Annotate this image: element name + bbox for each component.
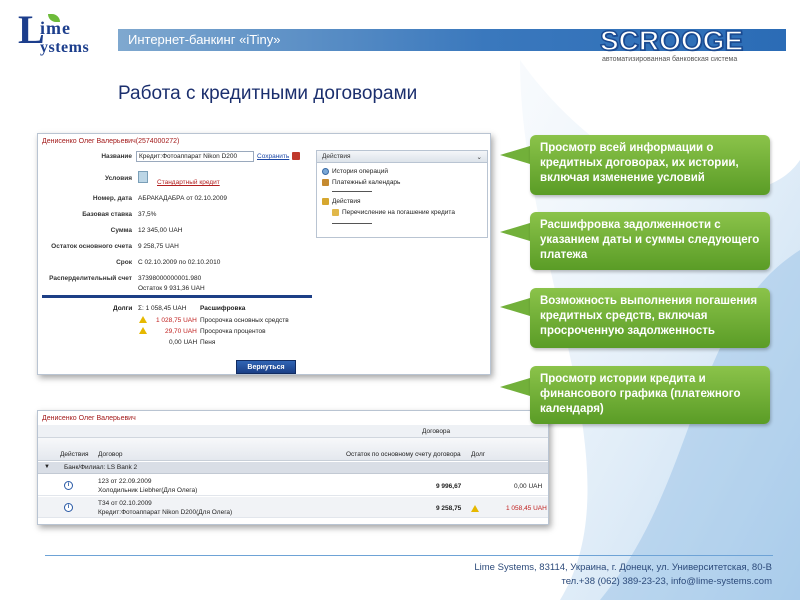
col-actions[interactable]: Действия (60, 451, 88, 458)
transfer-icon (332, 209, 339, 216)
client-name: Денисенко Олег Валерьевич (42, 415, 136, 422)
field-account-row: Расперделительный счет 37398000000001.98… (38, 275, 318, 285)
contract-number: Т34 от 02.10.2009 (98, 500, 152, 507)
col-contract[interactable]: Договор (98, 451, 123, 458)
field-label: Базовая ставка (82, 211, 132, 218)
contract-title: Холодильник Liebher(Для Олега) (98, 487, 198, 494)
delete-icon[interactable] (292, 152, 300, 160)
field-value: 9 258,75 UAH (138, 243, 179, 250)
chevron-down-icon[interactable]: ⌄ (477, 153, 482, 161)
contract-balance: 9 996,67 (436, 483, 462, 490)
bank-group-row[interactable]: ▼ Банк/Филиал: LS Bank 2 (38, 462, 548, 474)
field-term-row: Срок С 02.10.2009 по 02.10.2010 (38, 259, 318, 269)
field-label: Сумма (110, 227, 132, 234)
field-label: Срок (116, 259, 132, 266)
field-balance-row: Остаток основного счета 9 258,75 UAH (38, 243, 318, 253)
action-calendar[interactable]: Платежный календарь (332, 179, 400, 186)
terms-link[interactable]: Стандартный кредит (157, 179, 220, 186)
field-value: АБРАКАДАБРА от 02.10.2009 (138, 195, 228, 202)
contract-title: Кредит:Фотоаппарат Nikon D200(Для Олега) (98, 509, 233, 516)
table-row[interactable]: i Т34 от 02.10.2009 Кредит:Фотоаппарат N… (38, 497, 548, 518)
page-title: Работа с кредитными договорами (118, 83, 418, 104)
decode-label: Расшифровка (200, 305, 246, 312)
action-history[interactable]: История операций (332, 168, 388, 175)
field-label: Название (101, 153, 132, 160)
history-icon (322, 168, 329, 175)
contract-number: 123 от 22.09.2009 (98, 478, 152, 485)
actions-group: Действия (332, 198, 361, 205)
group-label: Банк/Филиал: LS Bank 2 (64, 464, 138, 471)
footer-address: Lime Systems, 83114, Украина, г. Донецк,… (474, 562, 772, 573)
field-label: Расперделительный счет (49, 275, 132, 282)
info-icon[interactable]: i (64, 503, 73, 512)
actions-title: Действия (322, 153, 351, 160)
save-link[interactable]: Сохранить (257, 153, 289, 160)
actions-panel: Действия ⌄ История операций Платежный ка… (316, 150, 488, 238)
table-header: Действия Договор Остаток по основному сч… (38, 438, 548, 461)
field-label: Условия (104, 175, 132, 182)
field-label: Номер, дата (92, 195, 132, 202)
debt-amount: 1 028,75 UAH (156, 317, 197, 324)
debt-desc: Просрочка процентов (200, 328, 266, 335)
tools-icon (322, 198, 329, 205)
contract-debt: 1 058,45 UAH (506, 505, 547, 512)
contracts-topbar: Договора (38, 425, 548, 438)
field-sum-row: Сумма 12 345,00 UAH (38, 227, 318, 237)
col-debt[interactable]: Долг (471, 451, 485, 458)
header-title: Интернет-банкинг «iTiny» (128, 32, 281, 47)
topbar-label: Договора (422, 428, 451, 435)
logo-bottom-text: ystems (40, 39, 90, 56)
field-value: 12 345,00 UAH (138, 227, 183, 234)
chevron-down-icon[interactable]: ▼ (44, 464, 50, 470)
document-icon (138, 171, 148, 183)
logo-top-text: ime (40, 18, 71, 38)
field-value: 37398000000001.980 (138, 275, 202, 282)
field-value: 37,5% (138, 211, 157, 218)
action-repay[interactable]: Перечисление на погашение кредита (342, 209, 455, 216)
client-name: Денисенко Олег Валерьевич(2574000272) (42, 138, 180, 145)
section-divider (42, 295, 312, 298)
debt-amount: 0,00 UAH (169, 339, 198, 346)
lime-systems-logo: L ime ystems (18, 10, 118, 62)
footer-contact: тел.+38 (062) 389-23-23, info@lime-syste… (561, 576, 772, 587)
field-rate-row: Базовая ставка 37,5% (38, 211, 318, 221)
callout-arrow (500, 378, 530, 396)
debts-total: Σ: 1 058,45 UAH (138, 305, 187, 312)
divider (332, 223, 372, 224)
brand-subtitle: автоматизированная банковская система (602, 56, 738, 63)
table-row[interactable]: i 123 от 22.09.2009 Холодильник Liebher(… (38, 475, 548, 496)
debts-label: Долги (113, 305, 133, 312)
callout-info: Просмотр всей информации о кредитных дог… (530, 135, 770, 195)
callout-arrow (500, 146, 530, 164)
actions-header[interactable]: Действия ⌄ (317, 151, 487, 163)
callout-debt: Расшифровка задолженности с указанием да… (530, 212, 770, 270)
credit-details-screenshot: Денисенко Олег Валерьевич(2574000272) На… (37, 133, 491, 375)
field-label: Остаток основного счета (51, 243, 132, 250)
back-button[interactable]: Вернуться (236, 360, 296, 374)
scrooge-logo: SCROOGE автоматизированная банковская си… (599, 24, 775, 65)
contract-balance: 9 258,75 (436, 505, 462, 512)
calendar-icon (322, 179, 329, 186)
contracts-list-screenshot: Денисенко Олег Валерьевич Договора Дейст… (37, 410, 549, 525)
brand-name: SCROOGE (599, 24, 744, 57)
credit-name-input[interactable]: Кредит:Фотоаппарат Nikon D200 (136, 151, 254, 162)
account-balance: Остаток 9 931,36 UAH (138, 285, 205, 292)
field-value: С 02.10.2009 по 02.10.2010 (138, 259, 221, 266)
col-balance[interactable]: Остаток по основному счету договора (346, 451, 461, 458)
warning-icon (139, 327, 147, 334)
divider (332, 191, 372, 192)
field-number-row: Номер, дата АБРАКАДАБРА от 02.10.2009 (38, 195, 318, 205)
callout-arrow (500, 298, 530, 316)
footer-divider (45, 555, 773, 556)
debt-desc: Просрочка основных средств (200, 317, 289, 324)
debt-desc: Пеня (200, 339, 216, 346)
info-icon[interactable]: i (64, 481, 73, 490)
debt-amount: 29,70 UAH (165, 328, 197, 335)
contract-debt: 0,00 UAH (514, 483, 543, 490)
callout-history: Просмотр истории кредита и финансового г… (530, 366, 770, 424)
callout-repay: Возможность выполнения погашения кредитн… (530, 288, 770, 348)
warning-icon (139, 316, 147, 323)
callout-arrow (500, 223, 530, 241)
warning-icon (471, 505, 479, 512)
